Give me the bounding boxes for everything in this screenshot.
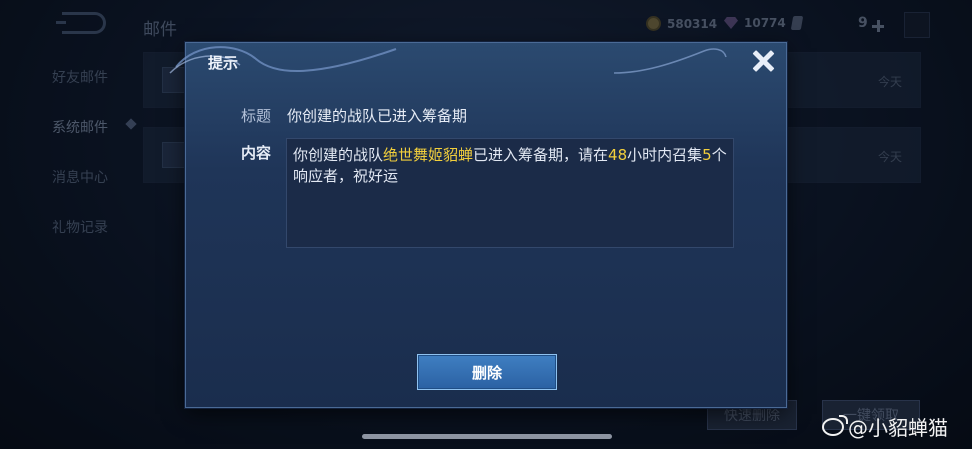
home-indicator[interactable] [362, 434, 612, 439]
cloud-ornament-icon [169, 46, 397, 74]
weibo-logo-icon [822, 414, 848, 436]
dialog-title: 提示 [208, 54, 239, 72]
watermark-text: @小貂蝉猫 [848, 416, 948, 440]
subject-label: 标题 [241, 107, 272, 125]
watermark: @小貂蝉猫 [822, 412, 948, 441]
responder-count: 5 [702, 146, 712, 164]
close-button[interactable] [749, 47, 777, 75]
swirl-ornament-icon [614, 48, 727, 74]
content-text-part: 你创建的战队 [293, 146, 384, 164]
content-text-part: 小时内召集 [627, 146, 703, 164]
subject-value: 你创建的战队已进入筹备期 [287, 107, 468, 125]
hours-value: 48 [608, 146, 628, 164]
team-name: 绝世舞姬貂蝉 [383, 146, 474, 164]
delete-button[interactable]: 删除 [417, 354, 557, 390]
content-text-part: 已进入筹备期，请在 [473, 146, 609, 164]
notice-dialog: 提示 标题 你创建的战队已进入筹备期 内容 你创建的战队绝世舞姬貂蝉已进入筹备期… [169, 42, 787, 408]
content-text: 你创建的战队绝世舞姬貂蝉已进入筹备期，请在48小时内召集5个响应者，祝好运 [286, 138, 734, 248]
content-label: 内容 [241, 144, 272, 162]
